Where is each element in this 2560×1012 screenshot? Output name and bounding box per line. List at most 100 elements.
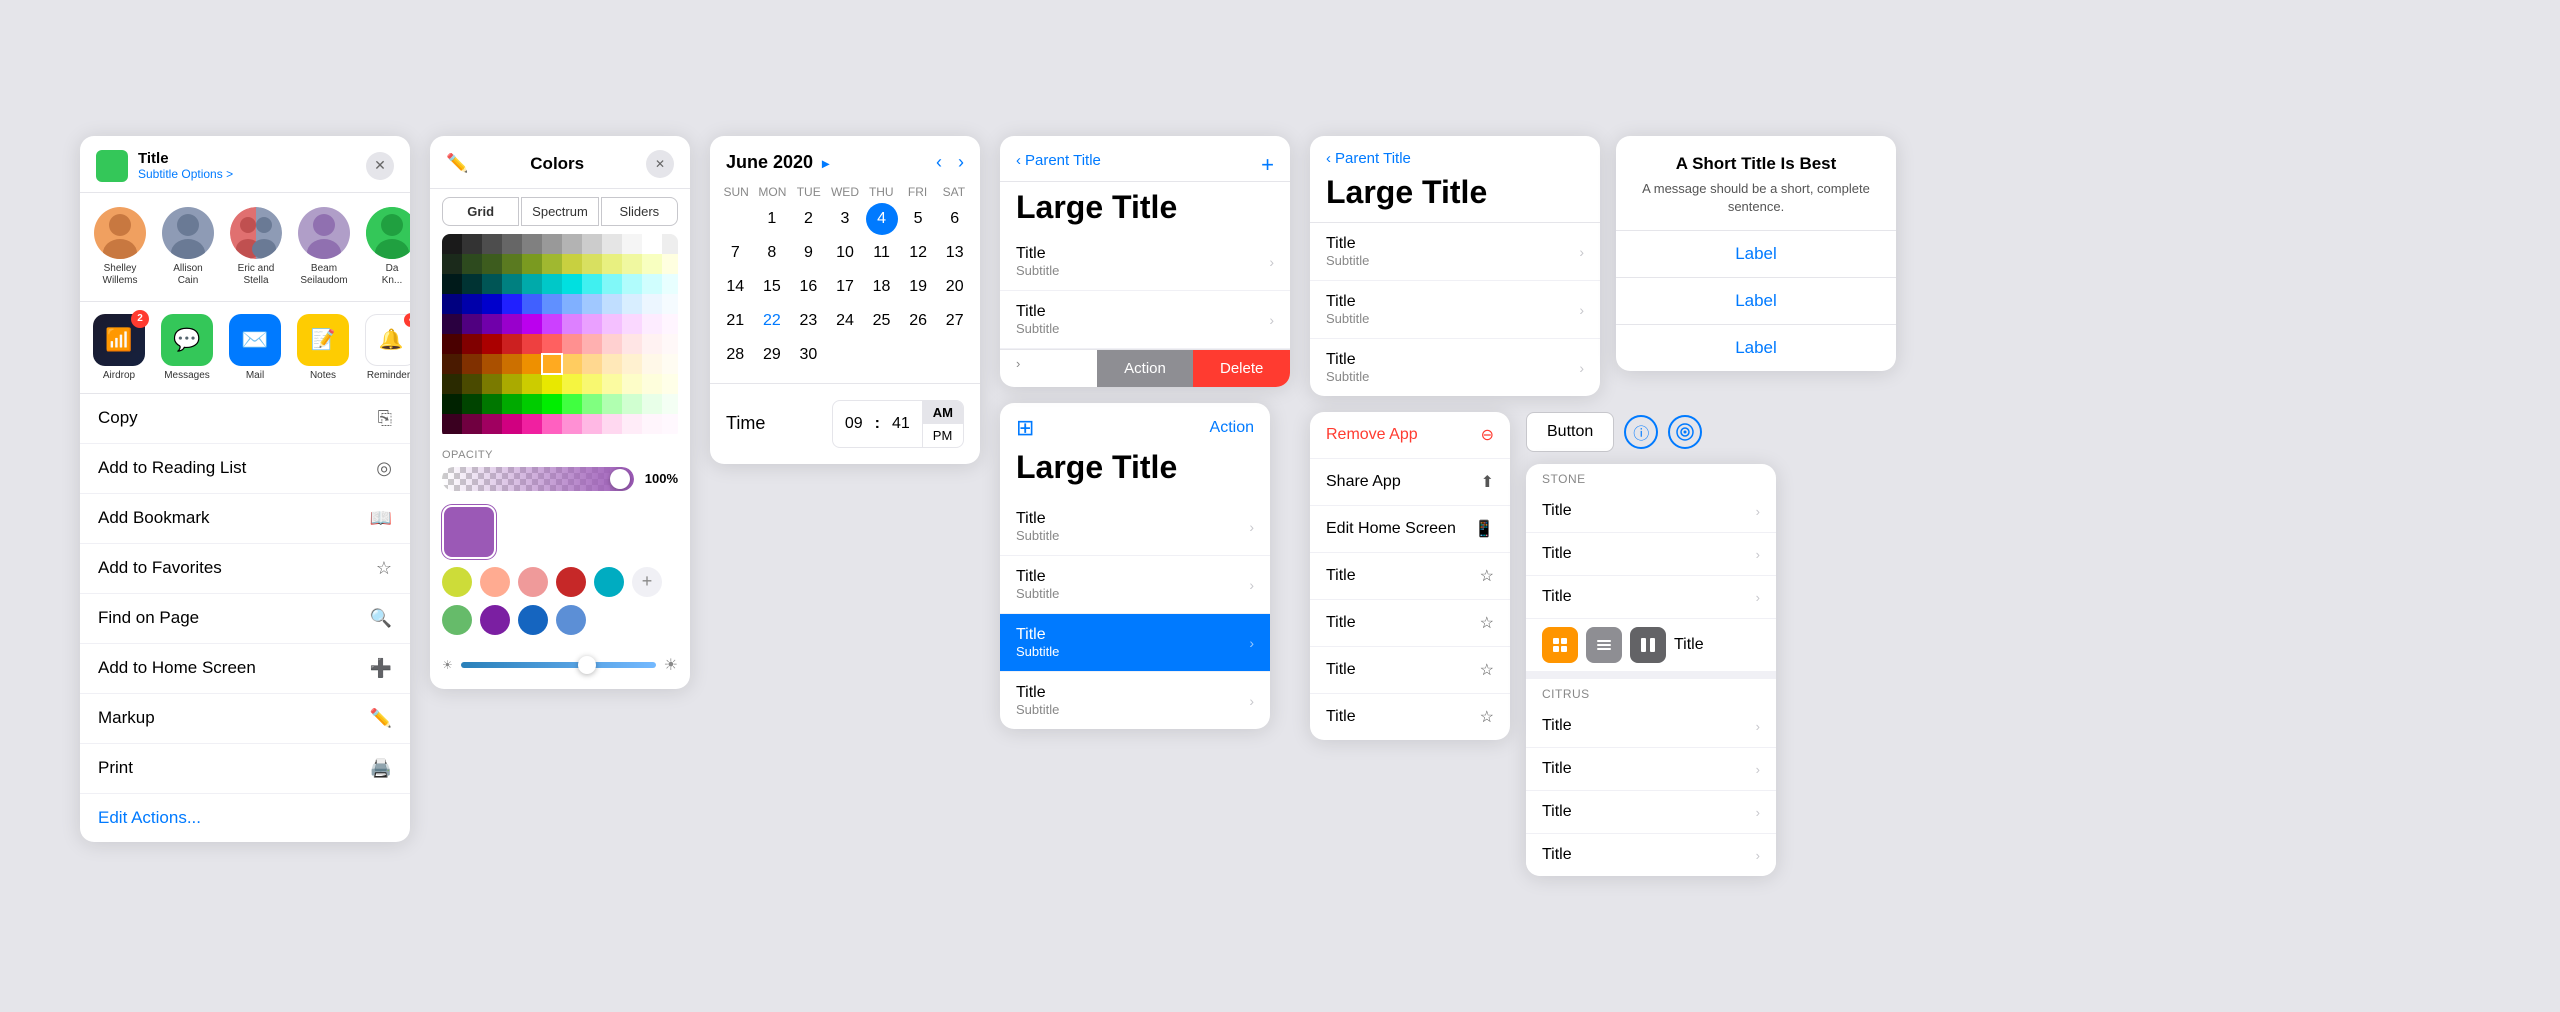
cal-day-28[interactable]: 28 <box>719 339 751 371</box>
segment-btn-gray1[interactable] <box>1586 627 1622 663</box>
contact-eric-stella[interactable]: Eric andStella <box>228 207 284 287</box>
time-picker[interactable]: 09 : 41 AM PM <box>832 400 964 448</box>
cal-day-26[interactable]: 26 <box>902 305 934 337</box>
sidebar-icon[interactable]: ⊞ <box>1016 415 1034 441</box>
cal-day-21[interactable]: 21 <box>719 305 751 337</box>
pencil-icon[interactable]: ✏️ <box>446 153 468 174</box>
nav2-item-3[interactable]: Title Subtitle › <box>1310 339 1600 396</box>
group-item-stone-3[interactable]: Title › <box>1526 576 1776 619</box>
list-row-2[interactable]: Title Subtitle › <box>1000 556 1270 614</box>
cal-day-12[interactable]: 12 <box>902 237 934 269</box>
list-row-1[interactable]: Title Subtitle › <box>1000 498 1270 556</box>
parent-title-link[interactable]: ‹ Parent Title <box>1016 152 1274 169</box>
action-markup[interactable]: Markup ✏️ <box>80 694 410 744</box>
cal-day-3[interactable]: 3 <box>829 203 861 235</box>
ampm-selector[interactable]: AM PM <box>922 401 963 447</box>
cal-day-30[interactable]: 30 <box>792 339 824 371</box>
month-expand-icon[interactable]: ▸ <box>822 155 829 171</box>
opacity-bar[interactable] <box>442 467 634 491</box>
segment-btn-orange[interactable] <box>1542 627 1578 663</box>
swatch-purple[interactable] <box>480 605 510 635</box>
cal-day-14[interactable]: 14 <box>719 271 751 303</box>
swatch-green[interactable] <box>442 605 472 635</box>
add-swatch-button[interactable]: + <box>632 567 662 597</box>
group-item-stone-1[interactable]: Title › <box>1526 490 1776 533</box>
pm-button[interactable]: PM <box>923 424 963 447</box>
color-grid[interactable] <box>442 234 678 439</box>
cal-day-24[interactable]: 24 <box>829 305 861 337</box>
cal-day-4[interactable]: 4 <box>866 203 898 235</box>
list-action-button[interactable]: Action <box>1210 419 1254 437</box>
action-home-screen[interactable]: Add to Home Screen ➕ <box>80 644 410 694</box>
am-button[interactable]: AM <box>923 401 963 424</box>
delete-button[interactable]: Delete <box>1193 350 1290 387</box>
nav2-parent-link[interactable]: ‹ Parent Title <box>1326 150 1584 167</box>
swatch-cyan[interactable] <box>594 567 624 597</box>
cal-day-25[interactable]: 25 <box>866 305 898 337</box>
cal-day-2[interactable]: 2 <box>792 203 824 235</box>
ctx-title-2[interactable]: Title ☆ <box>1310 600 1510 647</box>
cal-day-13[interactable]: 13 <box>939 237 971 269</box>
ctx-remove-app[interactable]: Remove App ⊖ <box>1310 412 1510 459</box>
app-airdrop[interactable]: 📶 2 Airdrop <box>92 314 146 381</box>
tab-grid[interactable]: Grid <box>442 197 519 226</box>
cal-day-11[interactable]: 11 <box>866 237 898 269</box>
prev-month-button[interactable]: ‹ <box>936 152 942 173</box>
swatch-purple-large[interactable] <box>442 505 496 559</box>
cal-day-18[interactable]: 18 <box>866 271 898 303</box>
swatch-peach[interactable] <box>480 567 510 597</box>
add-button[interactable]: + <box>1261 152 1274 178</box>
cal-day-17[interactable]: 17 <box>829 271 861 303</box>
picker-close-button[interactable]: ✕ <box>646 150 674 178</box>
contact-beam[interactable]: BeamSeilaudom <box>296 207 352 287</box>
group-item-citrus-4[interactable]: Title › <box>1526 834 1776 876</box>
cal-day-27[interactable]: 27 <box>939 305 971 337</box>
ctx-title-4[interactable]: Title ☆ <box>1310 694 1510 740</box>
cal-day-29[interactable]: 29 <box>756 339 788 371</box>
time-min[interactable]: 41 <box>880 409 922 439</box>
list-row-4[interactable]: Title Subtitle › <box>1000 672 1270 729</box>
contact-da[interactable]: DaKn... <box>364 207 410 287</box>
swatch-dark-red[interactable] <box>556 567 586 597</box>
segment-btn-gray2[interactable] <box>1630 627 1666 663</box>
action-reading-list[interactable]: Add to Reading List ◎ <box>80 444 410 494</box>
swatch-light-blue[interactable] <box>556 605 586 635</box>
nav-list-item-1[interactable]: Title Subtitle › <box>1000 233 1290 291</box>
nav-list-item-2[interactable]: Title Subtitle › <box>1000 291 1290 349</box>
nav2-item-2[interactable]: Title Subtitle › <box>1310 281 1600 339</box>
contact-allison[interactable]: AllisonCain <box>160 207 216 287</box>
target-button[interactable] <box>1668 415 1702 449</box>
app-mail[interactable]: ✉️ Mail <box>228 314 282 381</box>
contact-shelley[interactable]: ShelleyWillems <box>92 207 148 287</box>
cal-day-9[interactable]: 9 <box>792 237 824 269</box>
app-messages[interactable]: 💬 Messages <box>160 314 214 381</box>
app-notes[interactable]: 📝 Notes <box>296 314 350 381</box>
time-hour[interactable]: 09 <box>833 409 875 439</box>
brightness-slider[interactable] <box>461 662 656 668</box>
alert-button-1[interactable]: Label <box>1616 231 1896 278</box>
alert-button-2[interactable]: Label <box>1616 278 1896 325</box>
ctx-title-1[interactable]: Title ☆ <box>1310 553 1510 600</box>
alert-button-3[interactable]: Label <box>1616 325 1896 371</box>
swatch-yellow-green[interactable] <box>442 567 472 597</box>
group-item-citrus-1[interactable]: Title › <box>1526 705 1776 748</box>
cal-day-16[interactable]: 16 <box>792 271 824 303</box>
action-find[interactable]: Find on Page 🔍 <box>80 594 410 644</box>
cal-day-6[interactable]: 6 <box>939 203 971 235</box>
cal-day-23[interactable]: 23 <box>792 305 824 337</box>
cal-day-15[interactable]: 15 <box>756 271 788 303</box>
ctx-edit-home[interactable]: Edit Home Screen 📱 <box>1310 506 1510 553</box>
group-item-citrus-2[interactable]: Title › <box>1526 748 1776 791</box>
list-row-3-selected[interactable]: Title Subtitle › <box>1000 614 1270 672</box>
group-item-stone-2[interactable]: Title › <box>1526 533 1776 576</box>
action-copy[interactable]: Copy ⎘ <box>80 394 410 444</box>
action-favorites[interactable]: Add to Favorites ☆ <box>80 544 410 594</box>
app-reminders[interactable]: 🔔 ● Reminders <box>364 314 410 381</box>
cal-day-5[interactable]: 5 <box>902 203 934 235</box>
ctx-title-3[interactable]: Title ☆ <box>1310 647 1510 694</box>
close-button[interactable]: ✕ <box>366 152 394 180</box>
group-item-citrus-3[interactable]: Title › <box>1526 791 1776 834</box>
cal-day-1[interactable]: 1 <box>756 203 788 235</box>
cal-day-19[interactable]: 19 <box>902 271 934 303</box>
nav2-item-1[interactable]: Title Subtitle › <box>1310 223 1600 281</box>
